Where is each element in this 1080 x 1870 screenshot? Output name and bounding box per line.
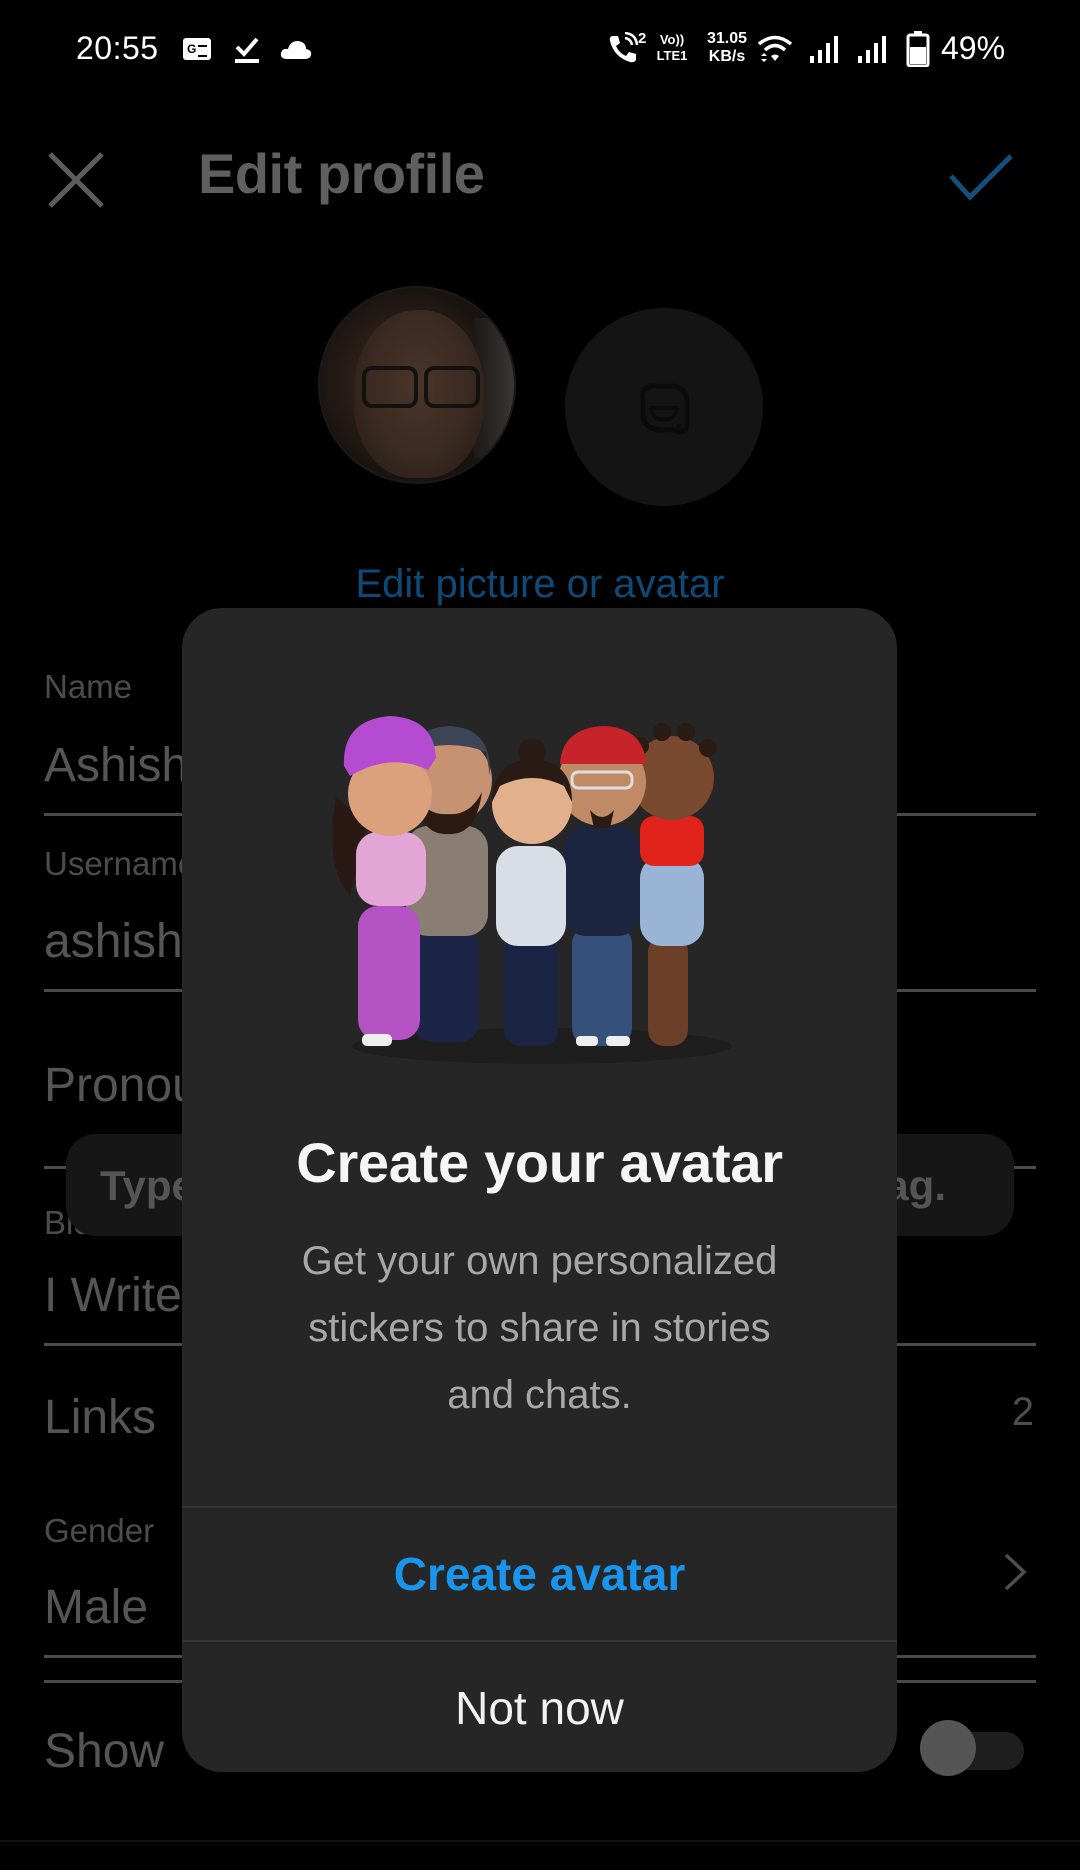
links-count: 2 — [1011, 1390, 1034, 1434]
google-news-icon: G — [183, 38, 211, 60]
dialog-description-line: stickers to share in stories — [308, 1306, 771, 1350]
avatar-figure-3 — [492, 738, 572, 1046]
page-title: Edit profile — [198, 142, 485, 205]
avatar-placeholder[interactable] — [565, 308, 763, 506]
avatar-sticker-icon — [640, 383, 690, 435]
cloud-icon — [280, 41, 312, 59]
name-input[interactable]: Ashish — [44, 738, 188, 793]
volte-bottom-text: LTE1 — [656, 48, 688, 63]
signal-sim1-icon — [810, 36, 838, 63]
network-speed-value: 31.05 — [706, 30, 748, 47]
avatar-figure-4 — [558, 726, 646, 1046]
volte-top-text: Vo)) — [659, 32, 685, 47]
photo-glasses-left — [362, 366, 418, 408]
dialog-description-line: Get your own personalized — [301, 1239, 778, 1283]
show-toggle[interactable] — [920, 1720, 1024, 1780]
username-input[interactable]: ashish — [44, 914, 183, 969]
bio-input[interactable]: I Write — [44, 1268, 182, 1323]
task-check-icon — [235, 37, 259, 63]
network-speed-unit: KB/s — [708, 48, 746, 65]
call-sim-number: 2 — [638, 30, 647, 47]
name-label: Name — [44, 668, 133, 705]
create-avatar-dialog: Create your avatar Get your own personal… — [182, 608, 897, 1772]
dialog-description: Get your own personalized stickers to sh… — [242, 1228, 837, 1429]
wifi-icon — [757, 35, 793, 62]
battery-percent: 49% — [941, 30, 1006, 66]
toast-text-left: Type — [100, 1162, 195, 1209]
profile-photo[interactable] — [318, 286, 516, 484]
create-avatar-button[interactable]: Create avatar — [182, 1508, 897, 1640]
gender-select[interactable]: Male — [44, 1580, 148, 1635]
checkmark-icon[interactable] — [948, 152, 1014, 202]
dialog-description-line: and chats. — [447, 1373, 632, 1417]
volte-indicator: Vo)) LTE1 — [651, 32, 693, 64]
photo-glasses-right — [424, 366, 480, 408]
links-row[interactable]: Links — [44, 1390, 156, 1445]
edit-picture-link[interactable]: Edit picture or avatar — [0, 562, 1080, 607]
call-icon — [609, 32, 639, 63]
bottom-divider — [0, 1840, 1080, 1842]
network-speed: 31.05 KB/s — [700, 30, 754, 66]
status-time: 20:55 — [76, 30, 159, 66]
close-icon[interactable] — [46, 150, 106, 210]
gender-label: Gender — [44, 1512, 155, 1549]
battery-icon — [906, 31, 930, 67]
signal-sim2-icon — [858, 36, 886, 63]
username-label: Username — [44, 845, 197, 882]
dialog-title: Create your avatar — [296, 1131, 783, 1194]
toggle-thumb — [920, 1720, 976, 1776]
chevron-right-icon — [1004, 1553, 1027, 1591]
not-now-button[interactable]: Not now — [182, 1642, 897, 1772]
show-label: Show — [44, 1725, 165, 1778]
avatar-group-illustration — [332, 716, 732, 1064]
status-bar: 20:55 G 2 Vo)) LTE1 31.05 KB/s 49% — [0, 0, 1080, 100]
